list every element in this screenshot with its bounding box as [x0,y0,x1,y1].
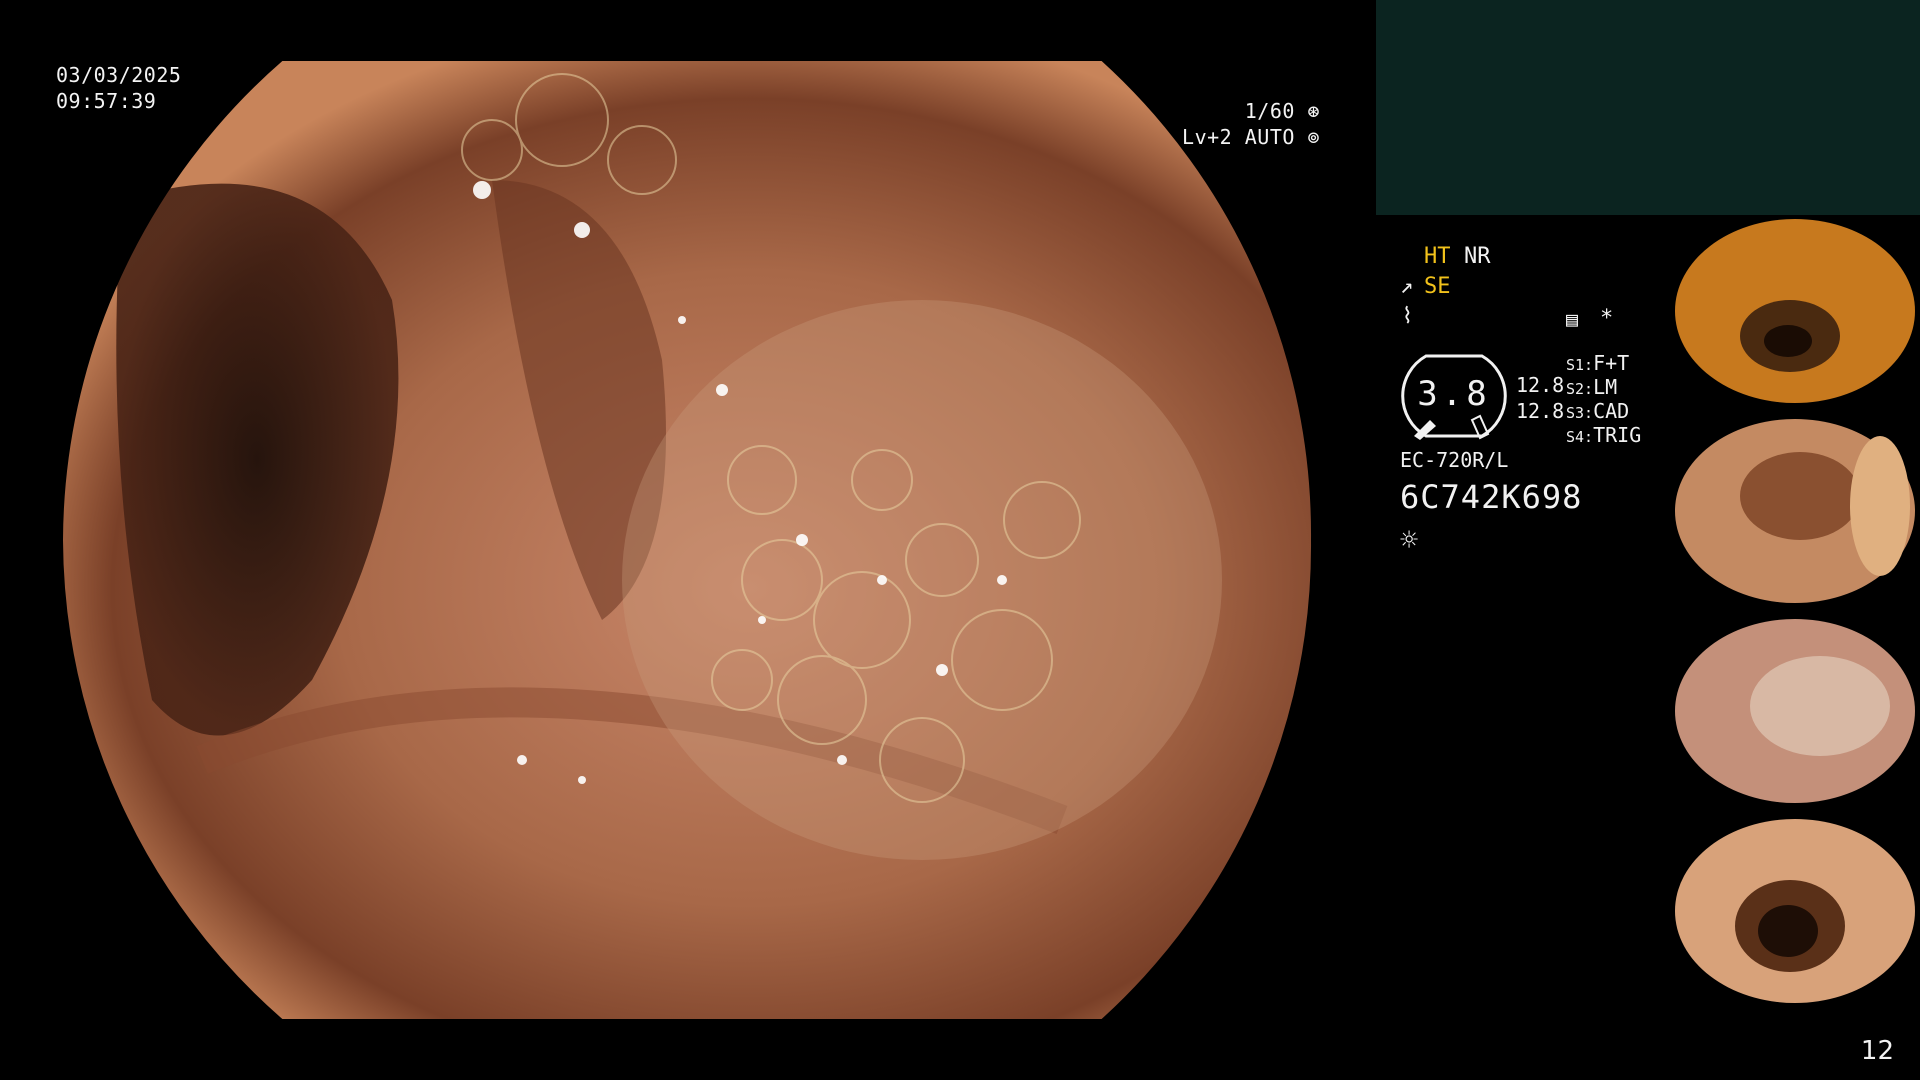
datetime-readout: 03/03/2025 09:57:39 [56,62,181,114]
ht-indicator: HT [1424,244,1451,269]
nr-indicator: NR [1464,244,1491,269]
shutter-speed-text: 1/60 [1244,99,1295,123]
exposure-readout: 1/60 ⊛ Lv+2 AUTO ⊚ [1150,98,1320,150]
thumbnail-2[interactable] [1670,416,1920,606]
captured-thumbnails [1670,216,1920,1016]
iris-mode-text: Lv+2 AUTO [1182,125,1295,149]
scope-serial: 6C742K698 [1400,478,1583,516]
light-source-icon: ☼ [1400,523,1419,558]
page-number: 12 [1860,1036,1894,1066]
thumbnail-4[interactable] [1670,816,1920,1006]
structure-enhance-icon: ↗ [1400,274,1414,299]
level-value-1: 12.8 [1516,373,1565,397]
iris-icon: ⊚ [1307,125,1320,149]
thumbnail-1[interactable] [1670,216,1920,406]
asterisk-icon: * [1600,306,1614,331]
scope-model: EC-720R/L [1400,448,1509,472]
time-text: 09:57:39 [56,89,157,113]
endoscope-live-view [62,60,1312,1020]
memory-icon: ▤ [1566,307,1579,331]
switch-s4: S4:TRIG [1566,423,1642,447]
endoscopy-monitor: 03/03/2025 09:57:39 1/60 ⊛ Lv+2 AUTO ⊚ H… [0,0,1920,1080]
shutter-icon: ⊛ [1307,99,1320,123]
freeze-mode-icon: ⌇ [1402,304,1413,329]
info-panel-header-block [1376,0,1920,215]
date-text: 03/03/2025 [56,63,182,87]
thumbnail-3[interactable] [1670,616,1920,806]
zoom-value: 3.8 [1417,374,1491,414]
se-indicator: SE [1424,274,1451,299]
level-value-2: 12.8 [1516,399,1565,423]
